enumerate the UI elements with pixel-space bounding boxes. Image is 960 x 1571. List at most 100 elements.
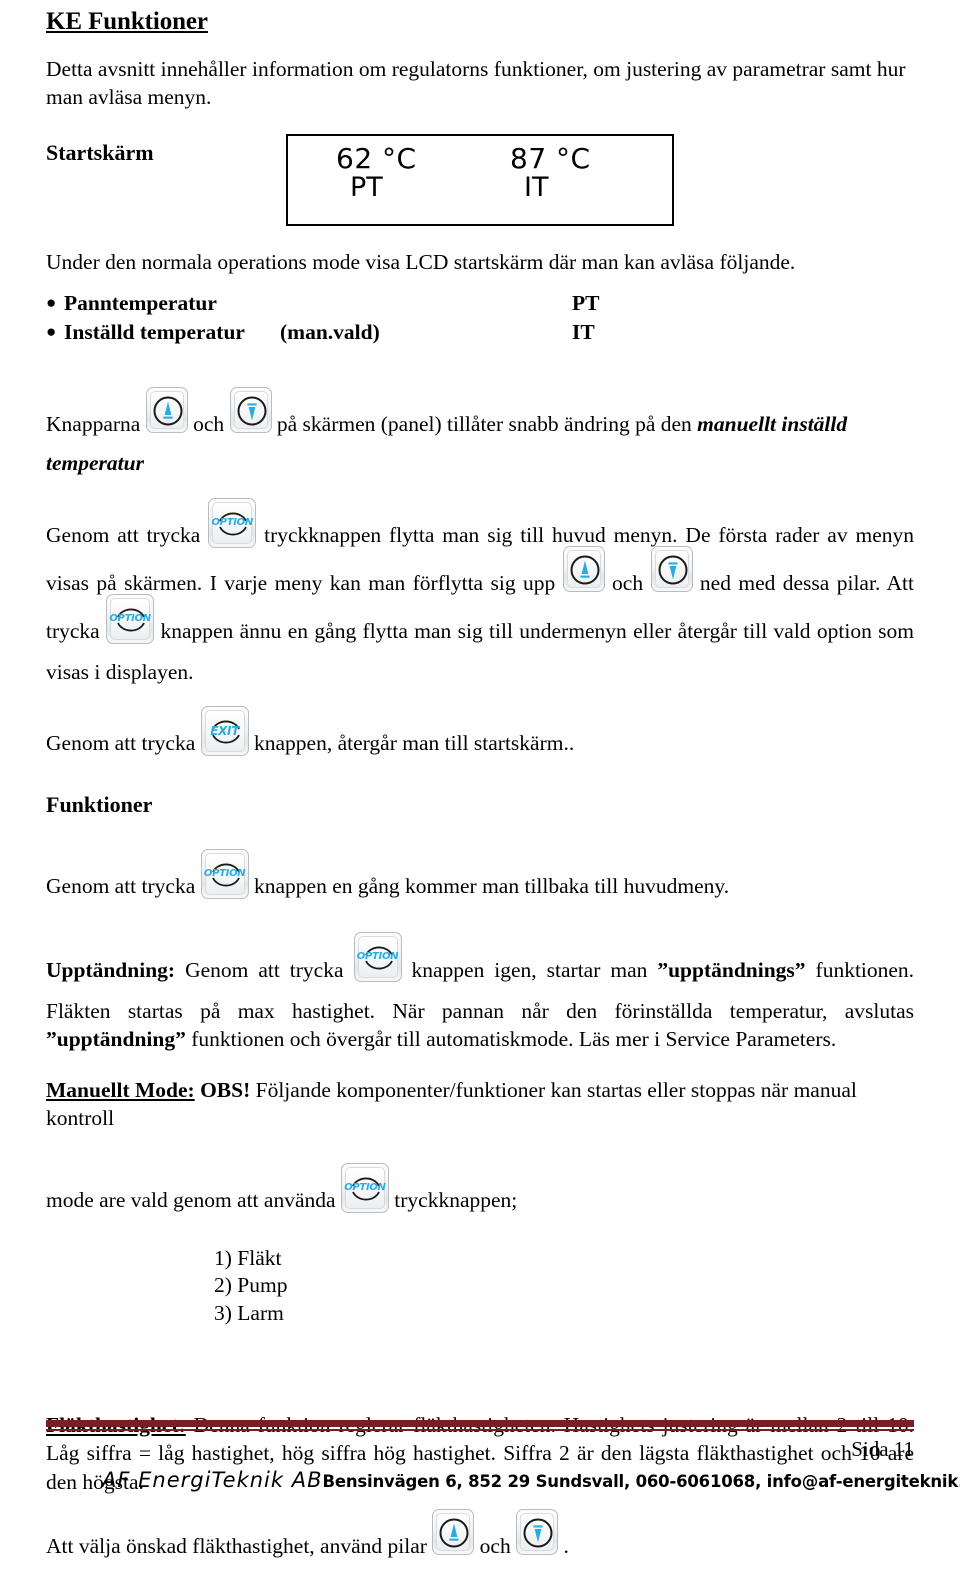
list-item: ● Panntemperatur PT	[46, 289, 914, 318]
arrow-down-icon	[658, 555, 687, 585]
bullet-code: PT	[572, 290, 600, 315]
knapparna-text-1: Knapparna	[46, 411, 141, 436]
option-button[interactable]: OPTION	[208, 497, 257, 548]
manuellt-mode-obs: OBS!	[200, 1077, 251, 1102]
exit-text-1: Genom att trycka	[46, 731, 196, 756]
lcd-left-value: 62 °C	[336, 142, 417, 176]
arrow-up-button[interactable]	[562, 545, 605, 592]
page-number: Sida 11	[851, 1436, 914, 1461]
arrow-down-icon	[237, 396, 266, 426]
bullet-icon: ●	[46, 292, 57, 312]
option-button-body[interactable]: OPTION	[208, 497, 257, 548]
footer-rule-thick	[46, 1419, 914, 1427]
option-button[interactable]: OPTION	[200, 848, 249, 899]
lcd-right-value: 87 °C	[510, 142, 591, 176]
exit-button[interactable]: EXIT	[200, 706, 249, 757]
upptandning-text-4: funktionen och övergår till automatiskmo…	[191, 1027, 837, 1052]
knapparna-text-3: på skärmen (panel) tillåter snabb ändrin…	[276, 411, 692, 436]
valj-flakthastighet-paragraph: Att välja önskad fläkthastighet, använd …	[46, 1508, 914, 1571]
option-button[interactable]: OPTION	[353, 931, 402, 982]
exit-paragraph: Genom att trycka EXIT knappen, återgår m…	[46, 706, 914, 770]
list-item: 3) Larm	[214, 1300, 284, 1325]
knapparna-paragraph: Knapparna och på skärmen (panel) tillåte…	[46, 386, 914, 478]
upptandning-text-2: knappen igen, startar man	[411, 957, 648, 982]
bullet-note: (man.vald)	[280, 319, 380, 344]
lcd-display: 62 °C 87 °C PT IT	[46, 134, 914, 227]
page-footer: Sida 11 AF EnergiTeknik ABBensinvägen 6,…	[0, 1419, 960, 1502]
arrow-down-button[interactable]	[516, 1508, 559, 1555]
option-menu-text-3: och	[612, 570, 644, 595]
lcd-left-label: PT	[350, 171, 383, 203]
option-menu-text-1: Genom att trycka	[46, 522, 201, 547]
arrow-up-button-body[interactable]	[432, 1508, 475, 1555]
upptandning-quote-1: ”upptändnings”	[657, 957, 806, 982]
upptandning-paragraph: Upptändning: Genom att trycka OPTION kna…	[46, 931, 914, 1054]
bullet-icon: ●	[46, 321, 57, 341]
valj-text-1: Att välja önskad fläkthastighet, använd …	[46, 1533, 427, 1558]
knapparna-text-2: och	[193, 411, 225, 436]
document-page: KE Funktioner Detta avsnitt innehåller i…	[0, 0, 960, 1558]
company-address: Bensinvägen 6, 852 29 Sundsvall, 060-606…	[322, 1472, 960, 1491]
arrow-down-button-body[interactable]	[650, 545, 693, 592]
arrow-up-icon	[570, 555, 600, 585]
arrow-down-button[interactable]	[229, 386, 272, 433]
exit-text-2: knappen, återgår man till startskärm..	[254, 731, 575, 756]
page-title: KE Funktioner	[46, 8, 208, 35]
lcd-box: 62 °C 87 °C PT IT	[286, 134, 674, 227]
arrow-up-icon	[153, 396, 183, 426]
huvudmeny-text-1: Genom att trycka	[46, 873, 196, 898]
manual-items-list: 1) Fläkt 2) Pump 3) Larm	[46, 1245, 914, 1327]
upptandning-text-1: Genom att trycka	[185, 957, 344, 982]
arrow-down-button-body[interactable]	[229, 386, 272, 433]
manuellt-mode-text-2: mode are vald genom att använda	[46, 1187, 336, 1212]
valj-text-3: .	[563, 1533, 569, 1558]
option-button-body[interactable]: OPTION	[106, 593, 155, 644]
option-menu-text-5: trycka	[46, 618, 100, 643]
option-menu-text-6: knappen ännu en gång flytta man sig till…	[46, 618, 915, 684]
option-button-label: OPTION	[109, 612, 151, 624]
option-button-label: OPTION	[203, 867, 246, 879]
option-button-body[interactable]: OPTION	[340, 1162, 389, 1213]
funktioner-heading: Funktioner	[46, 792, 153, 818]
upptandning-quote-2: ”upptändning”	[46, 1027, 186, 1052]
arrow-up-button[interactable]	[145, 386, 188, 433]
exit-button-label: EXIT	[210, 724, 240, 739]
option-button-body[interactable]: OPTION	[200, 848, 249, 899]
valj-text-2: och	[479, 1533, 511, 1558]
temperature-bullet-list: ● Panntemperatur PT ● Inställd temperatu…	[46, 289, 914, 347]
arrow-up-button-body[interactable]	[145, 386, 188, 433]
manuellt-mode-label: Manuellt Mode:	[46, 1077, 195, 1102]
lcd-caption: Under den normala operations mode visa L…	[46, 250, 796, 275]
bullet-code: IT	[572, 319, 595, 344]
option-button-label: OPTION	[211, 516, 253, 528]
huvudmeny-paragraph: Genom att trycka OPTION knappen en gång …	[46, 848, 914, 913]
company-logo: AF EnergiTeknik AB	[102, 1468, 323, 1492]
manuellt-mode-paragraph: Manuellt Mode: OBS! Följande komponenter…	[46, 1076, 914, 1133]
option-button[interactable]: OPTION	[106, 593, 155, 644]
bullet-label: Panntemperatur	[64, 290, 217, 315]
option-button[interactable]: OPTION	[340, 1162, 389, 1213]
arrow-down-button-body[interactable]	[516, 1508, 559, 1555]
bullet-label: Inställd temperatur	[64, 319, 245, 344]
arrow-up-button[interactable]	[432, 1508, 475, 1555]
list-item: 2) Pump	[214, 1273, 288, 1298]
manuellt-mode-text-3: tryckknappen;	[394, 1187, 518, 1212]
option-menu-text-4: ned med dessa pilar. Att	[699, 570, 915, 595]
option-button-label: OPTION	[344, 1181, 386, 1193]
arrow-down-icon	[523, 1518, 553, 1548]
arrow-down-button[interactable]	[650, 545, 693, 592]
option-menu-paragraph: Genom att trycka OPTION tryckknappen fly…	[46, 497, 915, 687]
intro-paragraph: Detta avsnitt innehåller information om …	[46, 56, 906, 110]
exit-button-body[interactable]: EXIT	[200, 706, 249, 757]
list-item: ● Inställd temperatur (man.vald) IT	[46, 318, 914, 347]
footer-rule-thin	[46, 1428, 914, 1431]
option-button-body[interactable]: OPTION	[353, 931, 402, 982]
footer-contact-line: AF EnergiTeknik ABBensinvägen 6, 852 29 …	[46, 1468, 960, 1492]
arrow-up-icon	[439, 1518, 469, 1548]
manuellt-mode-paragraph-2: mode are vald genom att använda OPTION t…	[46, 1162, 914, 1227]
lcd-right-label: IT	[524, 171, 549, 203]
huvudmeny-text-2: knappen en gång kommer man tillbaka till…	[254, 873, 730, 898]
option-button-label: OPTION	[356, 950, 399, 962]
upptandning-label: Upptändning:	[46, 957, 176, 982]
arrow-up-button-body[interactable]	[562, 545, 605, 592]
